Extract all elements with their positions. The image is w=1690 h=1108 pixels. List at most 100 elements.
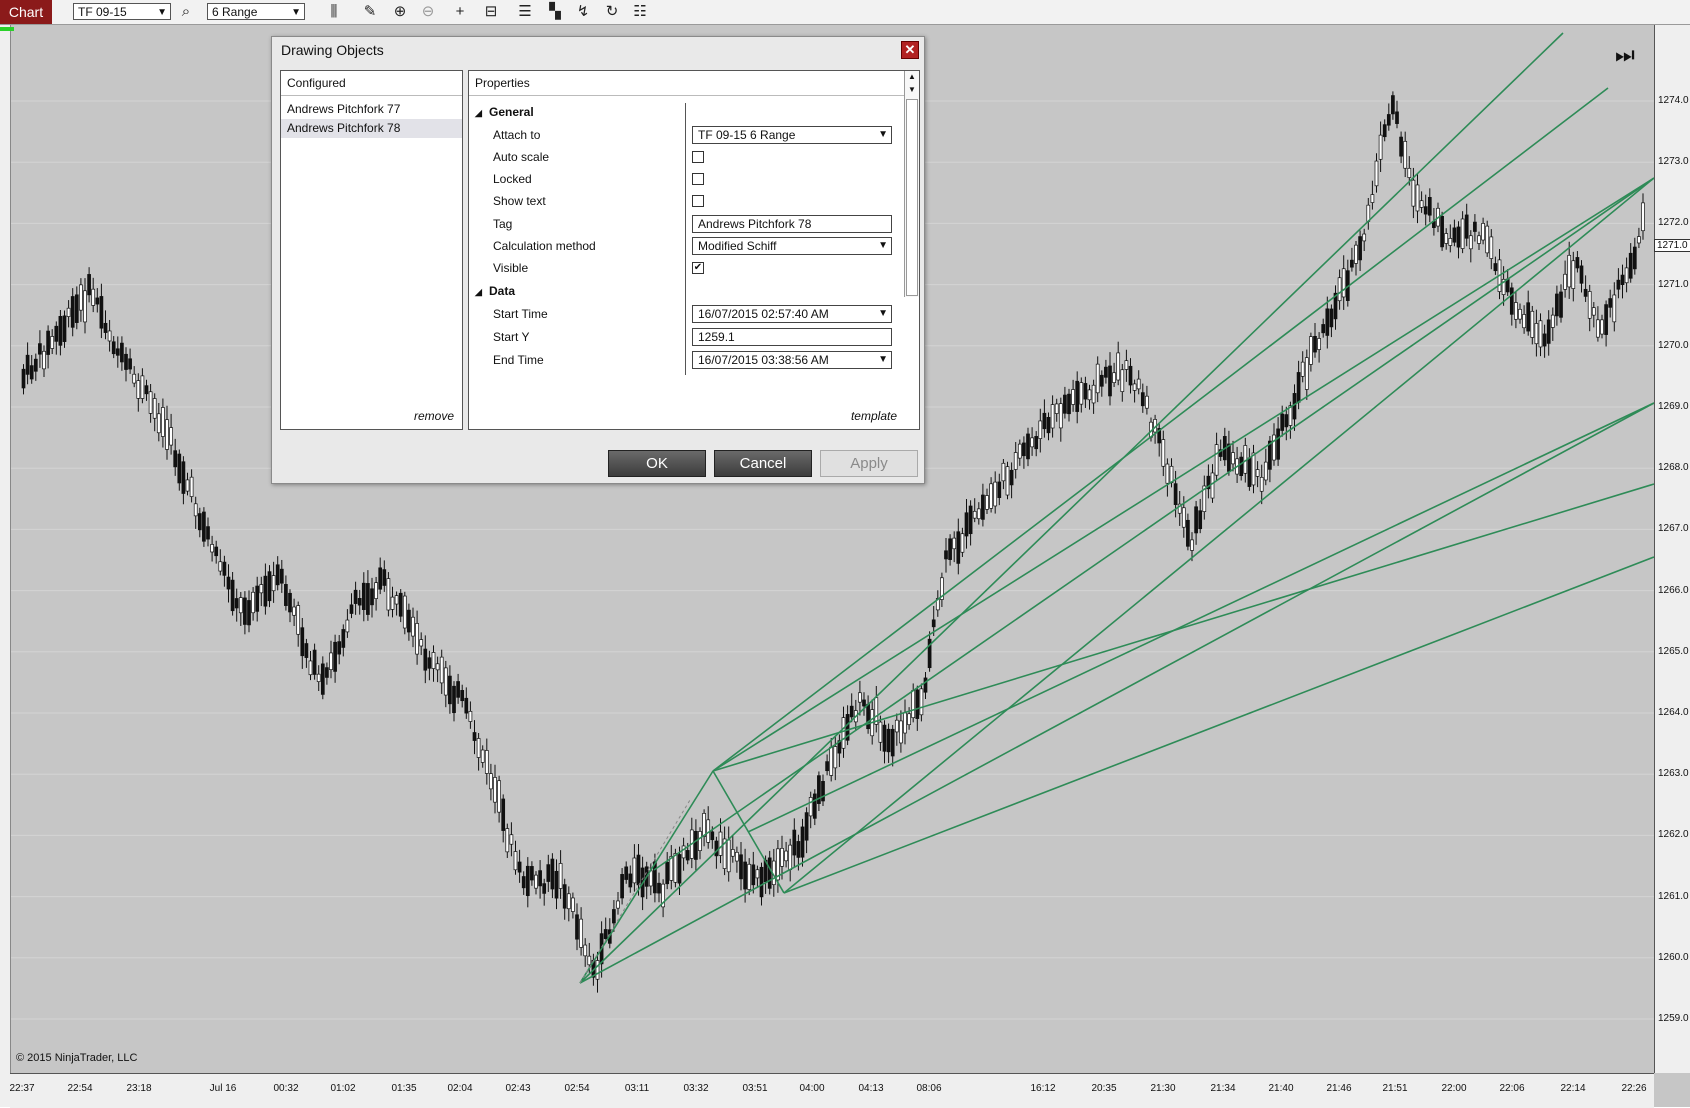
- refresh-icon[interactable]: ↻: [602, 2, 622, 22]
- zoom-out-icon[interactable]: ⊖: [418, 2, 438, 22]
- apply-button[interactable]: Apply: [820, 450, 918, 477]
- chevron-down-icon: ▼: [157, 7, 167, 18]
- remove-link[interactable]: remove: [414, 409, 454, 423]
- indicators-icon[interactable]: ▚: [545, 2, 565, 22]
- start-y-input[interactable]: 1259.1: [692, 328, 892, 346]
- section-data[interactable]: ◢ Data: [475, 284, 515, 298]
- candle-body: [1050, 404, 1055, 429]
- locked-label: Locked: [493, 172, 532, 186]
- candle-body: [1321, 324, 1326, 334]
- section-general-label: General: [489, 105, 534, 119]
- end-time-picker[interactable]: 16/07/2015 03:38:56 AM ▼: [692, 351, 892, 369]
- candle-body: [1600, 319, 1604, 335]
- candle-body: [730, 849, 735, 857]
- list-item[interactable]: Andrews Pitchfork 78: [281, 119, 462, 138]
- candle-body: [70, 296, 75, 328]
- candle-body: [886, 728, 891, 753]
- show-text-checkbox[interactable]: [692, 195, 704, 207]
- candle-body: [1530, 310, 1535, 338]
- price-axis[interactable]: [1654, 25, 1690, 1073]
- chart-trader-icon[interactable]: ☰: [515, 2, 535, 22]
- candle-body: [243, 597, 247, 625]
- candle-body: [177, 453, 182, 484]
- data-box-icon[interactable]: ⊟: [481, 2, 501, 22]
- attach-to-select[interactable]: TF 09-15 6 Range ▼: [692, 126, 892, 144]
- candle-body: [1054, 403, 1059, 414]
- candle-body: [1481, 223, 1485, 241]
- candle-body: [911, 690, 916, 719]
- crosshair-icon[interactable]: +: [450, 2, 470, 22]
- candle-body: [1300, 361, 1305, 377]
- candle-body: [1255, 469, 1260, 477]
- ok-button[interactable]: OK: [608, 450, 706, 477]
- period-select[interactable]: 6 Range ▼: [207, 3, 305, 20]
- chart-menu-button[interactable]: Chart: [0, 0, 52, 24]
- dialog-title: Drawing Objects: [281, 42, 384, 58]
- search-icon[interactable]: ⌕: [176, 2, 196, 22]
- candle-body: [554, 870, 559, 899]
- strategies-icon[interactable]: ↯: [573, 2, 593, 22]
- instrument-select[interactable]: TF 09-15 ▼: [73, 3, 171, 20]
- price-tick-label: 1267.0: [1658, 523, 1689, 535]
- candle-body: [124, 353, 128, 370]
- candle-body: [419, 639, 424, 647]
- candle-body: [423, 648, 428, 671]
- scroll-down-icon[interactable]: ▼: [908, 85, 916, 94]
- collapse-icon[interactable]: ◢: [475, 108, 489, 119]
- section-general[interactable]: ◢ General: [475, 105, 534, 119]
- candle-body: [1026, 433, 1030, 460]
- pitchfork-line[interactable]: [579, 770, 714, 984]
- candle-body: [960, 533, 965, 553]
- properties-icon[interactable]: ☷: [630, 2, 650, 22]
- candle-body: [833, 746, 838, 769]
- time-tick-label: 02:04: [447, 1083, 473, 1094]
- cancel-button[interactable]: Cancel: [714, 450, 812, 477]
- close-icon[interactable]: ✕: [901, 41, 919, 59]
- candle-body: [394, 595, 399, 605]
- candle-body: [1284, 414, 1289, 428]
- candle-body: [1099, 374, 1104, 387]
- pencil-icon[interactable]: ✎: [360, 2, 380, 22]
- scroll-thumb[interactable]: [906, 99, 918, 296]
- zoom-in-icon[interactable]: ⊕: [390, 2, 410, 22]
- scroll-to-last-bar-icon[interactable]: ⏭: [1615, 42, 1635, 68]
- current-price-marker: 1271.0: [1654, 239, 1690, 252]
- candle-body: [95, 297, 100, 305]
- scroll-up-icon[interactable]: ▲: [908, 72, 916, 81]
- candle-body: [1419, 200, 1424, 208]
- candle-body: [386, 578, 391, 611]
- candle-body: [1456, 226, 1461, 248]
- candle-body: [1526, 302, 1531, 332]
- visible-checkbox[interactable]: ✔: [692, 262, 704, 274]
- time-tick-label: 08:06: [916, 1083, 942, 1094]
- candle-body: [1505, 278, 1510, 293]
- candle-body: [165, 419, 169, 450]
- properties-scrollbar[interactable]: ▲ ▼: [904, 71, 919, 297]
- price-tick-label: 1264.0: [1658, 707, 1689, 718]
- candle-body: [1464, 214, 1469, 239]
- list-item[interactable]: Andrews Pitchfork 77: [281, 100, 462, 119]
- auto-scale-checkbox[interactable]: [692, 151, 704, 163]
- pitchfork-line[interactable]: [783, 556, 1655, 894]
- candle-body: [1567, 254, 1572, 288]
- tag-input[interactable]: Andrews Pitchfork 78: [692, 215, 892, 233]
- bar-type-icon[interactable]: ⫼: [324, 2, 344, 22]
- calculation-method-select[interactable]: Modified Schiff ▼: [692, 237, 892, 255]
- start-time-picker[interactable]: 16/07/2015 02:57:40 AM ▼: [692, 305, 892, 323]
- pitchfork-line[interactable]: [579, 402, 1655, 984]
- candle-body: [107, 330, 112, 342]
- column-divider[interactable]: [685, 103, 686, 375]
- candle-body: [825, 761, 829, 772]
- candle-body: [1350, 259, 1354, 268]
- candle-body: [718, 831, 723, 856]
- template-link[interactable]: template: [851, 409, 897, 423]
- candle-body: [1083, 383, 1088, 400]
- collapse-icon[interactable]: ◢: [475, 287, 489, 298]
- time-tick-label: 04:13: [858, 1083, 884, 1094]
- candle-body: [1386, 114, 1391, 126]
- time-tick-label: 20:35: [1091, 1083, 1117, 1094]
- period-value: 6 Range: [212, 5, 258, 19]
- locked-checkbox[interactable]: [692, 173, 704, 185]
- candle-body: [312, 649, 317, 675]
- candle-body: [1473, 221, 1477, 232]
